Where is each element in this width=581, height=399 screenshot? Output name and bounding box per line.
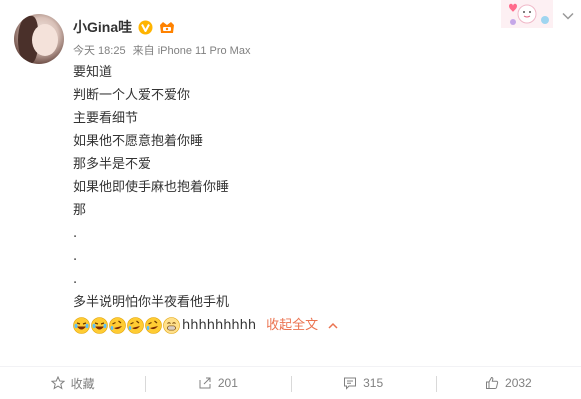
post-action-bar: 收藏 201 315 2032: [0, 366, 581, 399]
repost-count: 201: [217, 376, 238, 390]
roll-laugh-emoji-icon: [109, 317, 126, 334]
avatar[interactable]: [14, 14, 64, 64]
favorite-button[interactable]: 收藏: [0, 367, 145, 399]
content-trailing-text: hhhhhhhhh: [182, 318, 257, 333]
roll-laugh-emoji-icon: [127, 317, 144, 334]
star-icon: [50, 376, 65, 390]
content-line: 主要看细节: [73, 111, 139, 126]
content-line: .: [73, 272, 78, 287]
post-meta: 今天 18:25 来自 iPhone 11 Pro Max: [73, 42, 250, 58]
repost-icon: [199, 377, 211, 389]
like-count: 2032: [505, 376, 532, 390]
avatar-face: [32, 24, 58, 56]
verified-v-icon[interactable]: [138, 20, 153, 35]
content-line: 那多半是不爱: [73, 157, 152, 172]
content-line: 那: [73, 203, 87, 218]
content-line: .: [73, 226, 78, 241]
card-decoration-icon: [501, 0, 553, 28]
content-line: .: [73, 249, 78, 264]
thumbs-up-icon: [486, 376, 499, 389]
post-source: 来自 iPhone 11 Pro Max: [132, 45, 251, 57]
content-line: 如果他即使手麻也抱着你睡: [73, 180, 230, 195]
chevron-up-icon: [328, 322, 338, 329]
laugh-cry-emoji-icon: [91, 317, 108, 334]
content-line: 多半说明怕你半夜看他手机: [73, 295, 230, 310]
like-button[interactable]: 2032: [435, 367, 581, 399]
roll-laugh-emoji-icon: [145, 317, 162, 334]
comment-button[interactable]: 315: [290, 367, 436, 399]
favorite-label: 收藏: [70, 376, 95, 391]
member-crown-icon[interactable]: [158, 20, 176, 35]
author-row: 小Gina哇: [73, 17, 176, 37]
laugh-cry-emoji-icon: [73, 317, 90, 334]
comment-icon: [344, 377, 357, 390]
username[interactable]: 小Gina哇: [73, 17, 132, 37]
content-line: 如果他不愿意抱着你睡: [73, 134, 204, 149]
weibo-post-card: 小Gina哇 今天 18:25 来自 iPhone 11 Pro Max 要知道…: [0, 0, 581, 366]
repost-button[interactable]: 201: [145, 367, 290, 399]
content-last-line: hhhhhhhhh 收起全文: [73, 314, 553, 337]
content-line: 要知道: [73, 65, 113, 80]
grin-emoji-icon: [163, 317, 180, 334]
post-time[interactable]: 今天 18:25: [73, 45, 126, 57]
collapse-full-text-link[interactable]: 收起全文: [266, 314, 338, 337]
content-line: 判断一个人爱不爱你: [73, 88, 191, 103]
post-content: 要知道 判断一个人爱不爱你 主要看细节 如果他不愿意抱着你睡 那多半是不爱 如果…: [73, 61, 553, 337]
comment-count: 315: [363, 376, 384, 390]
collapse-label: 收起全文: [266, 318, 319, 333]
chevron-down-icon[interactable]: [562, 12, 574, 20]
